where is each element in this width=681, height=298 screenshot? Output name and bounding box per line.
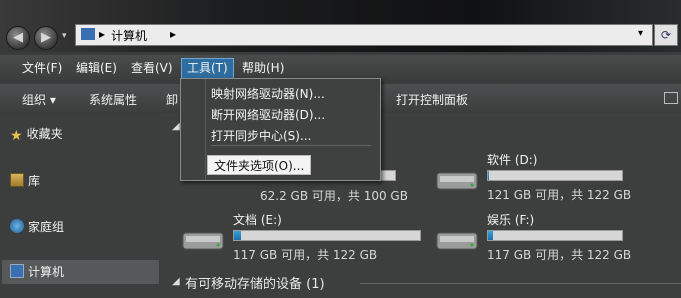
menu-gutter-divider [205, 79, 206, 180]
drive-usage-fill [234, 231, 242, 240]
address-dropdown-icon[interactable]: ▾ [638, 28, 643, 39]
library-icon [10, 173, 24, 187]
menu-item-open-sync-center[interactable]: 打开同步中心(S)... [211, 126, 311, 146]
section-divider [360, 283, 681, 284]
address-bar[interactable]: ▸ 计算机 ▸ ▾ [75, 24, 653, 46]
drive-free-space: 62.2 GB 可用，共 100 GB [260, 189, 408, 203]
back-button[interactable]: ◀ [6, 26, 30, 50]
drive-name: 文档 (E:) [233, 213, 282, 227]
organize-button[interactable]: 组织 ▾ [22, 91, 56, 108]
drive-usage-fill [488, 171, 490, 180]
menu-separator [211, 145, 371, 146]
uninstall-button[interactable]: 卸 [166, 91, 178, 108]
drive-tile-f[interactable]: 娱乐 (F:) 117 GB 可用，共 122 GB [434, 209, 679, 264]
menu-bar: 文件(F) 编辑(E) 查看(V) 工具(T) 帮助(H) [0, 55, 681, 80]
drive-usage-bar [487, 230, 623, 241]
sidebar-item-favorites[interactable]: ★ 收藏夹 [10, 123, 63, 145]
computer-icon [10, 264, 24, 278]
sidebar-item-computer[interactable]: 计算机 [10, 261, 64, 283]
recent-pages-chevron-icon[interactable]: ▾ [62, 31, 67, 41]
drive-tile-d[interactable]: 软件 (D:) 121 GB 可用，共 122 GB [432, 149, 677, 204]
navigation-pane: ★ 收藏夹 库 家庭组 计算机 [0, 113, 160, 298]
forward-button[interactable]: ▶ [34, 26, 58, 50]
menu-help[interactable]: 帮助(H) [242, 60, 284, 78]
sidebar-item-label: 收藏夹 [26, 127, 63, 141]
open-control-panel-button[interactable]: 打开控制面板 [396, 91, 468, 108]
homegroup-icon [10, 219, 24, 233]
view-options-icon[interactable] [664, 92, 678, 104]
drive-tile-e[interactable]: 文档 (E:) 117 GB 可用，共 122 GB [180, 209, 425, 264]
tools-dropdown-menu: 映射网络驱动器(N)... 断开网络驱动器(D)... 打开同步中心(S)...… [180, 78, 381, 181]
refresh-icon: ⟳ [660, 28, 672, 42]
drive-free-space: 121 GB 可用，共 122 GB [487, 188, 632, 202]
menu-item-map-network-drive[interactable]: 映射网络驱动器(N)... [211, 84, 325, 104]
drive-name: 软件 (D:) [487, 153, 538, 167]
section-header-removable[interactable]: 有可移动存储的设备 (1) [185, 273, 325, 292]
menu-edit[interactable]: 编辑(E) [76, 60, 117, 78]
menu-tools[interactable]: 工具(T) [181, 58, 234, 79]
star-icon: ★ [10, 128, 23, 144]
drive-usage-bar [233, 230, 421, 241]
menu-item-disconnect-network-drive[interactable]: 断开网络驱动器(D)... [211, 105, 325, 125]
drive-name: 娱乐 (F:) [487, 213, 535, 227]
sidebar-item-homegroup[interactable]: 家庭组 [10, 216, 64, 238]
forward-arrow-icon: ▶ [41, 30, 51, 45]
sidebar-item-label: 库 [28, 174, 41, 188]
sidebar-item-libraries[interactable]: 库 [10, 170, 40, 192]
breadcrumb-computer[interactable]: 计算机 [111, 27, 147, 44]
computer-icon [81, 28, 95, 40]
system-properties-button[interactable]: 系统属性 [89, 91, 137, 108]
drive-usage-bar [487, 170, 623, 181]
hard-drive-icon [182, 232, 224, 250]
drive-usage-fill [488, 231, 494, 240]
drive-free-space: 117 GB 可用，共 122 GB [487, 248, 632, 262]
drive-free-space: 117 GB 可用，共 122 GB [233, 248, 378, 262]
breadcrumb-chevron-icon[interactable]: ▸ [170, 27, 176, 41]
back-arrow-icon: ◀ [13, 30, 23, 45]
hard-drive-icon [436, 232, 478, 250]
menu-file[interactable]: 文件(F) [22, 60, 62, 78]
collapse-chevron-icon[interactable]: ◢ [172, 121, 180, 132]
hard-drive-icon [436, 172, 478, 190]
menu-item-folder-options[interactable]: 文件夹选项(O)... [207, 155, 312, 175]
sidebar-item-label: 家庭组 [28, 220, 65, 234]
section-collapse-icon[interactable]: ◢ [172, 276, 180, 287]
sidebar-item-label: 计算机 [28, 265, 65, 279]
path-separator-icon: ▸ [99, 27, 106, 41]
menu-view[interactable]: 查看(V) [131, 60, 173, 78]
refresh-button[interactable]: ⟳ [654, 24, 678, 46]
